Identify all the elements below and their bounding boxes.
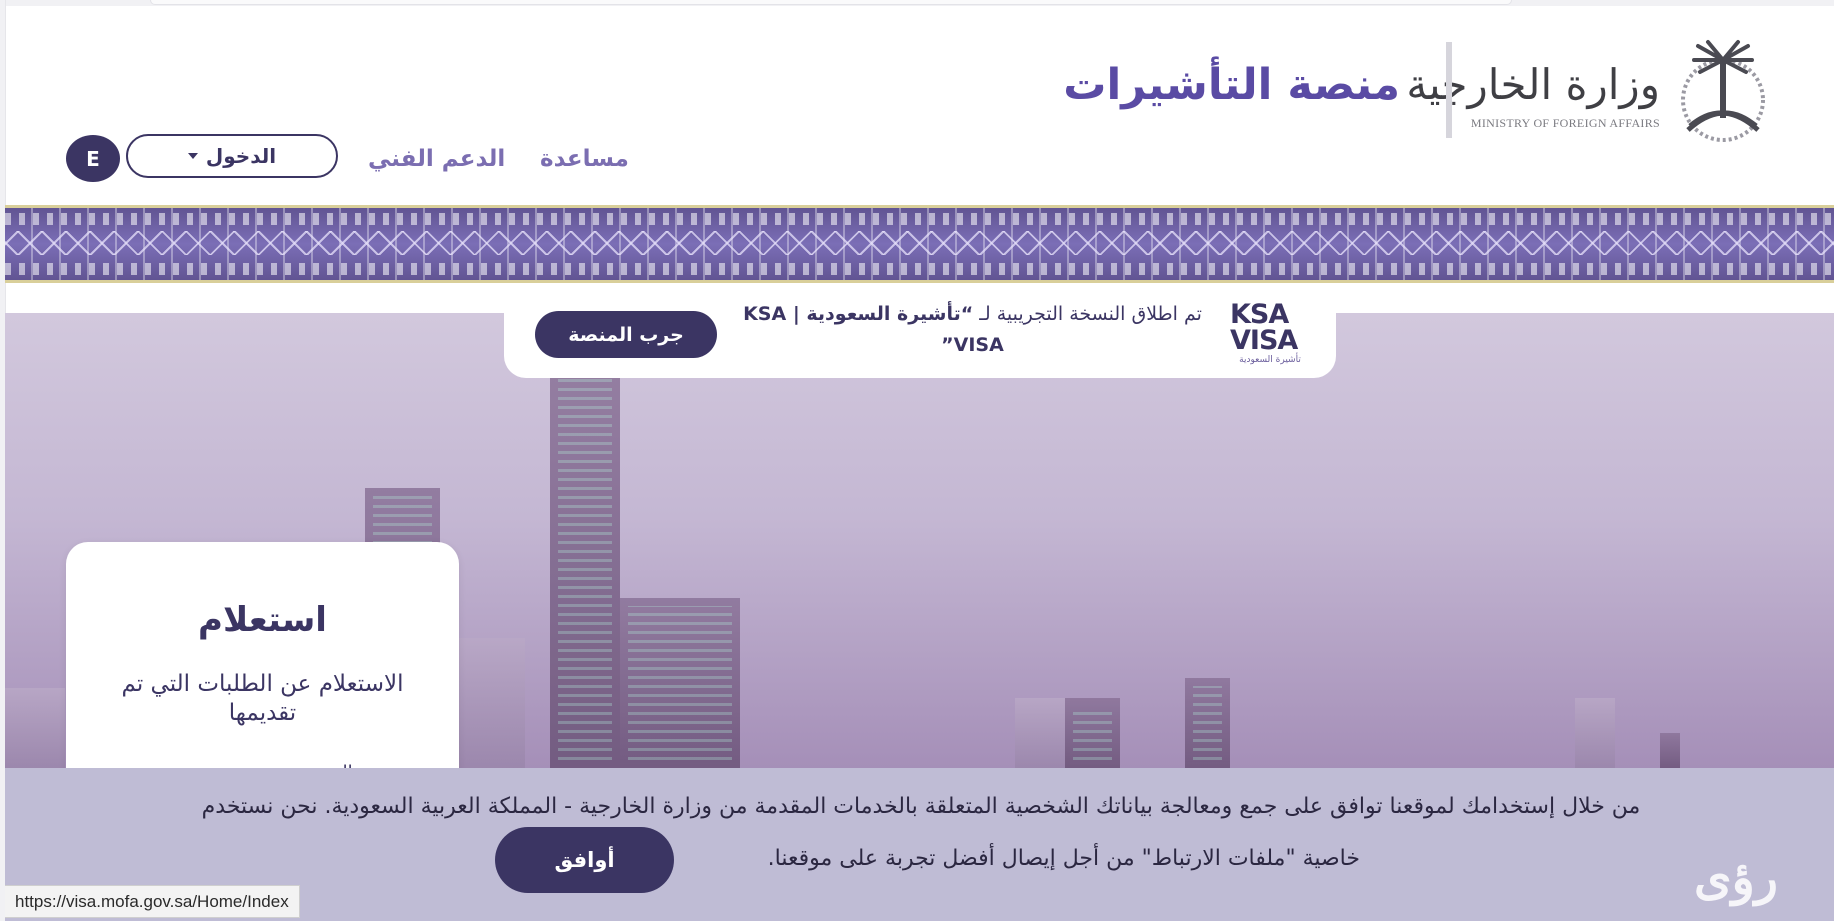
announcement-text: تم اطلاق النسخة التجريبية لـ “تأشيرة الس… <box>735 299 1210 361</box>
announcement-plain: تم اطلاق النسخة التجريبية لـ <box>979 303 1202 325</box>
cookie-text-line1: من خلال إستخدامك لموقعنا توافق على جمع و… <box>201 794 1641 819</box>
palm-swords-emblem-icon <box>1681 40 1765 142</box>
ministry-name-english: MINISTRY OF FOREIGN AFFAIRS <box>1470 116 1660 130</box>
caret-down-icon <box>187 153 198 159</box>
nav-support-link[interactable]: الدعم الفني <box>368 146 505 172</box>
watermark-logo: رؤى <box>1694 850 1778 906</box>
ministry-name-arabic: وزارة الخارجية <box>1406 60 1660 109</box>
ksa-logo-sub: تأشيرة السعودية <box>1239 355 1301 365</box>
login-dropdown-button[interactable]: الدخول <box>126 134 338 178</box>
cookie-agree-button[interactable]: أوافق <box>495 827 674 893</box>
try-platform-button[interactable]: جرب المنصة <box>535 311 717 358</box>
inquiry-description: الاستعلام عن الطلبات التي تم تقديمها <box>121 671 404 726</box>
cookie-text-line2: خاصية "ملفات الارتباط" من أجل إيصال أفضل… <box>767 846 1360 871</box>
announcement-highlight: “تأشيرة السعودية | KSA VISA” <box>743 303 1004 356</box>
header-divider <box>1446 42 1452 138</box>
inquiry-title: استعلام <box>198 600 327 640</box>
login-label: الدخول <box>205 144 277 168</box>
decorative-pattern-band <box>5 205 1834 283</box>
nav-help-link[interactable]: مساعدة <box>540 146 629 172</box>
ksa-visa-logo: KSA VISA تأشيرة السعودية <box>1230 301 1310 366</box>
ksa-logo-line2: VISA <box>1230 325 1298 356</box>
browser-top-edge <box>0 0 1834 6</box>
status-url-tooltip: https://visa.mofa.gov.sa/Home/Index <box>5 885 300 918</box>
ministry-logo[interactable]: وزارة الخارجية MINISTRY OF FOREIGN AFFAI… <box>1406 38 1778 148</box>
page-title: منصة التأشيرات <box>1063 60 1400 110</box>
language-toggle-button[interactable]: E <box>66 135 120 182</box>
